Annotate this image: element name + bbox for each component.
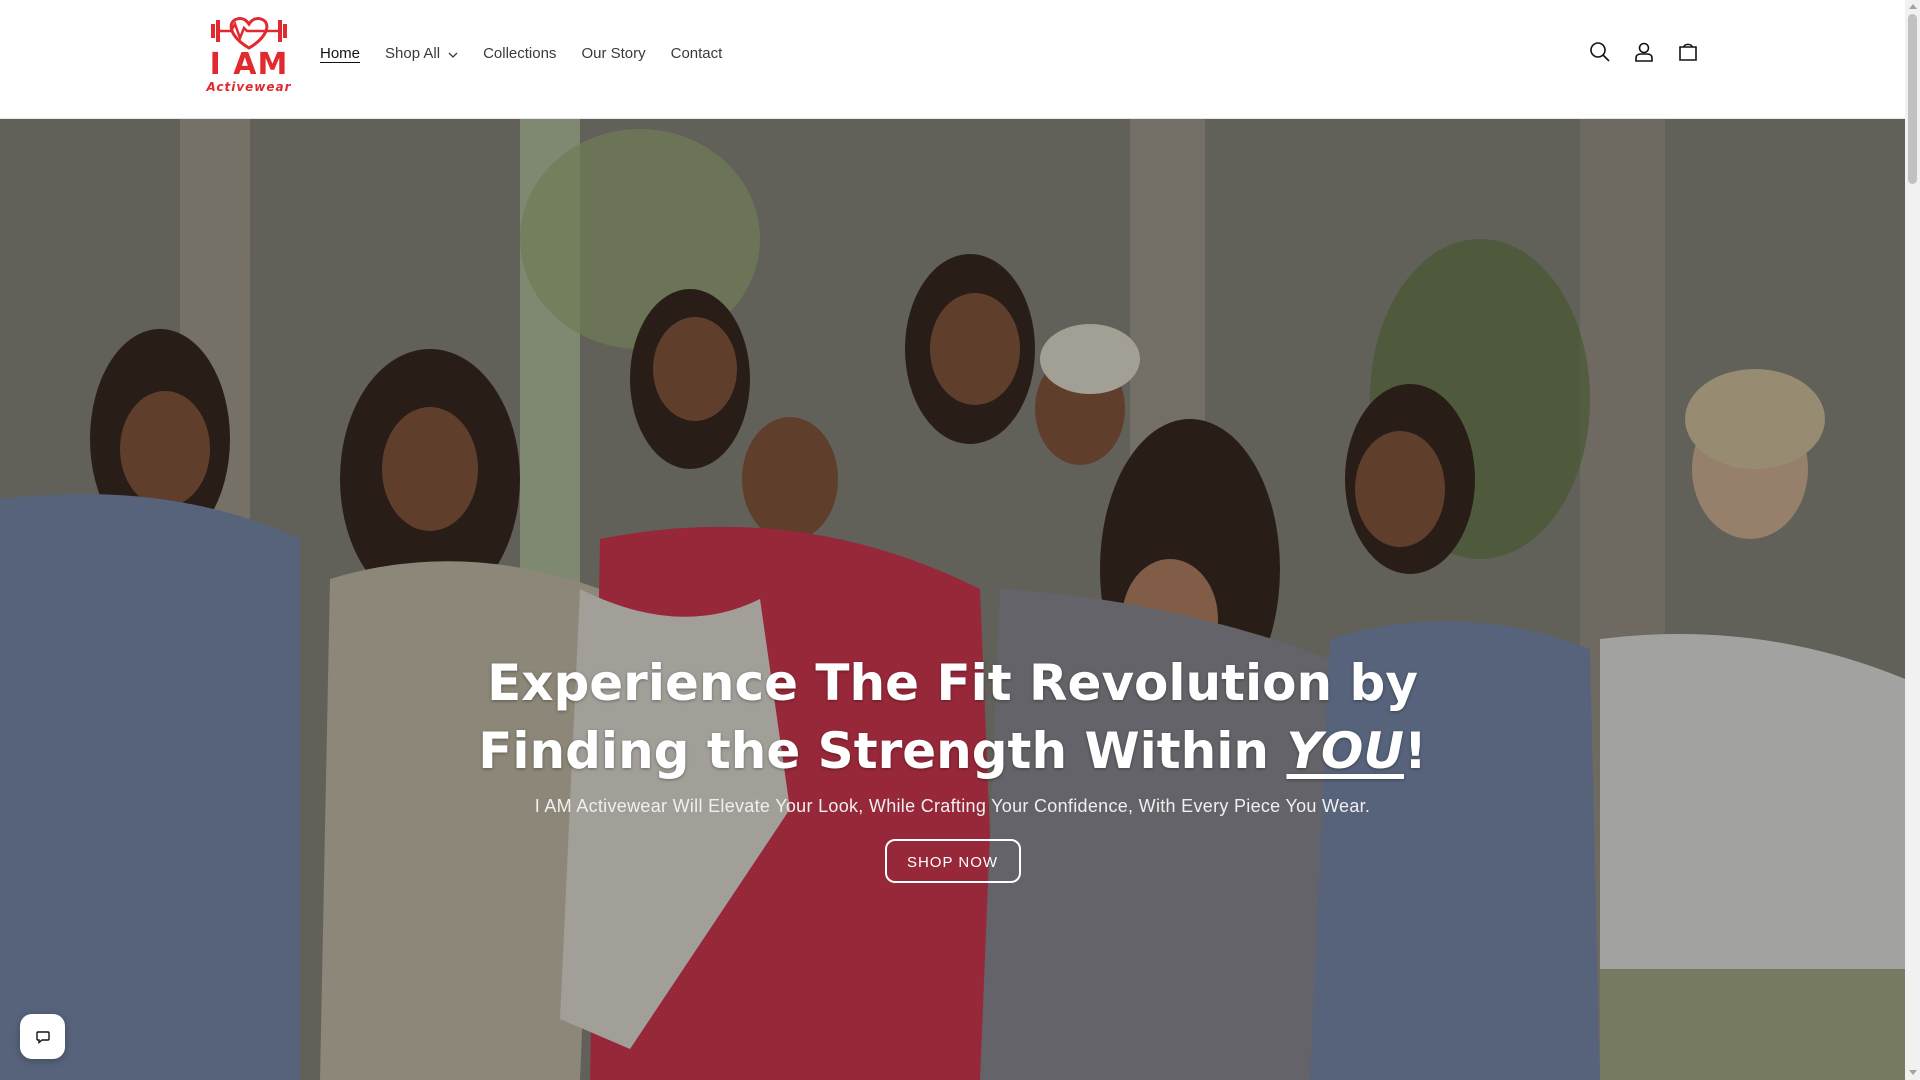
- chevron-down-icon: [448, 45, 458, 62]
- page-scrollbar[interactable]: [1905, 0, 1920, 1080]
- search-button[interactable]: [1578, 34, 1622, 70]
- nav-our-story[interactable]: Our Story: [581, 45, 645, 62]
- scroll-up-arrow-icon[interactable]: [1909, 4, 1917, 9]
- chat-button[interactable]: [20, 1014, 65, 1059]
- hero-heading-line2: Finding the Strength Within: [478, 722, 1269, 780]
- nav-shop-all[interactable]: Shop All: [385, 45, 458, 62]
- hero-heading-emphasis: YOU: [1286, 722, 1404, 780]
- nav-shop-all-label: Shop All: [385, 44, 441, 62]
- shop-now-button[interactable]: SHOP NOW: [884, 839, 1021, 883]
- brand-logo[interactable]: I AM Activewear: [199, 14, 299, 94]
- hero-overlay: [0, 119, 1905, 1080]
- hero-content: Experience The Fit Revolution by Finding…: [0, 649, 1905, 883]
- cart-icon: [1679, 43, 1697, 61]
- nav-our-story-label: Our Story: [581, 44, 646, 62]
- nav-home-label: Home: [320, 44, 361, 62]
- hero-heading-exclamation: !: [1403, 722, 1427, 780]
- header-icons: [1578, 34, 1710, 70]
- hero-banner: Experience The Fit Revolution by Finding…: [0, 119, 1905, 1080]
- logo-tagline: Activewear: [206, 80, 292, 94]
- nav-collections-label: Collections: [483, 44, 557, 62]
- nav-home[interactable]: Home: [320, 45, 360, 62]
- nav-contact[interactable]: Contact: [671, 45, 723, 62]
- logo-wordmark: I AM: [209, 47, 289, 82]
- hero-heading: Experience The Fit Revolution by Finding…: [0, 649, 1905, 785]
- cart-button[interactable]: [1666, 34, 1710, 70]
- scroll-down-arrow-icon[interactable]: [1909, 1070, 1917, 1075]
- account-button[interactable]: [1622, 34, 1666, 70]
- nav-collections[interactable]: Collections: [483, 45, 556, 62]
- chat-icon: [35, 1030, 50, 1044]
- site-header: I AM Activewear Home Shop All Collection…: [0, 0, 1905, 119]
- scrollbar-thumb[interactable]: [1908, 14, 1917, 184]
- main-nav: Home Shop All Collections Our Story Cont…: [320, 0, 747, 106]
- hero-heading-line1: Experience The Fit Revolution by: [487, 654, 1418, 712]
- account-icon: [1635, 42, 1653, 62]
- hero-subheading: I AM Activewear Will Elevate Your Look, …: [534, 796, 1371, 816]
- nav-contact-label: Contact: [670, 44, 723, 62]
- search-icon: [1590, 42, 1610, 62]
